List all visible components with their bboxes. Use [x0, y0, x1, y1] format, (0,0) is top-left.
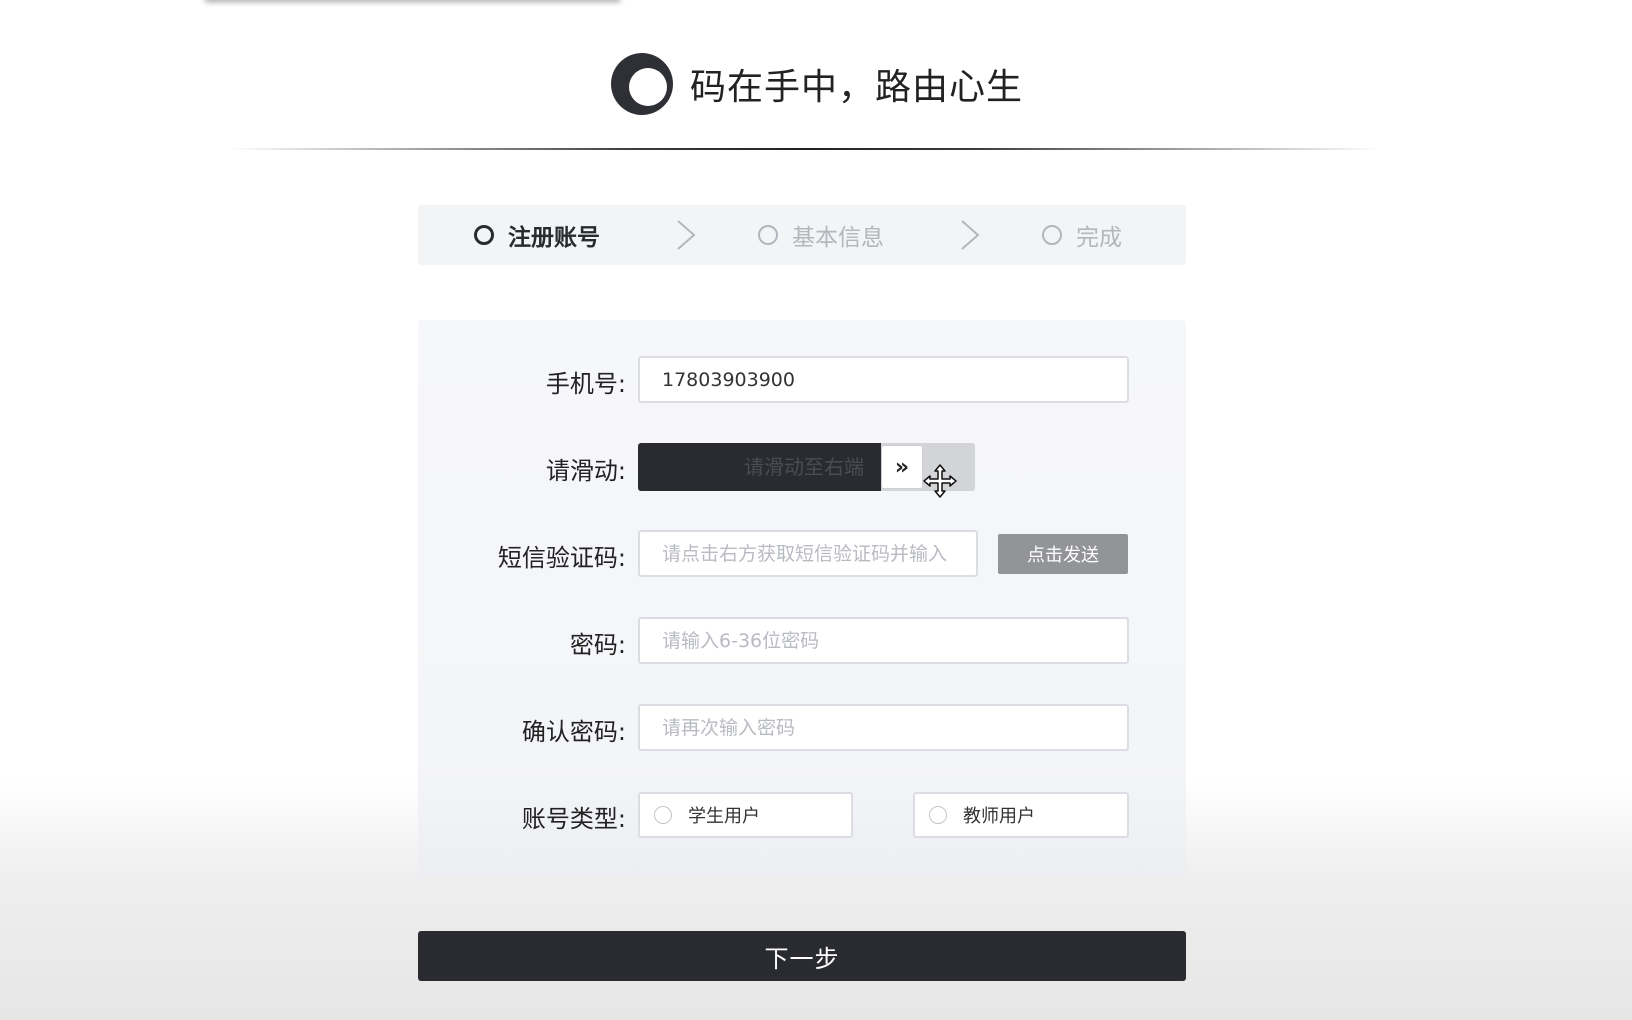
header-divider: [230, 148, 1380, 150]
move-cursor-icon: [923, 464, 957, 498]
phone-input[interactable]: [638, 356, 1129, 403]
radio-circle-icon: [929, 806, 947, 824]
sms-code-label: 短信验证码:: [497, 544, 626, 572]
radio-label: 教师用户: [963, 806, 1035, 827]
slider-label: 请滑动:: [545, 457, 626, 485]
brand-header: 码在手中，路由心生: [610, 52, 1023, 116]
confirm-password-label: 确认密码:: [521, 718, 626, 746]
step-label: 基本信息: [792, 225, 884, 251]
next-step-button[interactable]: 下一步: [418, 931, 1186, 981]
step-complete: 完成: [1042, 205, 1122, 265]
account-type-label: 账号类型:: [521, 805, 626, 833]
password-input[interactable]: [638, 617, 1129, 664]
chevron-right-icon: [961, 220, 980, 250]
step-basic-info: 基本信息: [758, 205, 884, 265]
double-chevron-right-icon: »: [894, 454, 910, 480]
phone-label: 手机号:: [545, 370, 626, 398]
password-label: 密码:: [569, 631, 626, 659]
page-title: 码在手中，路由心生: [690, 67, 1024, 108]
radio-teacher[interactable]: 教师用户: [913, 792, 1129, 838]
slider-handle[interactable]: »: [881, 445, 923, 489]
confirm-password-input[interactable]: [638, 704, 1129, 751]
step-circle-icon: [474, 225, 494, 245]
radio-label: 学生用户: [688, 806, 760, 827]
step-circle-icon: [758, 225, 778, 245]
step-circle-icon: [1042, 225, 1062, 245]
step-label: 注册账号: [508, 225, 600, 251]
sms-code-input[interactable]: [638, 530, 978, 577]
step-label: 完成: [1076, 225, 1122, 251]
step-register-account: 注册账号: [474, 205, 600, 265]
send-sms-button[interactable]: 点击发送: [998, 534, 1128, 574]
registration-steps: 注册账号 基本信息 完成: [418, 205, 1186, 265]
chevron-right-icon: [677, 220, 696, 250]
radio-circle-icon: [654, 806, 672, 824]
circle-logo-icon: [610, 52, 674, 116]
radio-student[interactable]: 学生用户: [638, 792, 853, 838]
slider-hint: 请滑动至右端: [744, 455, 864, 479]
registration-form: 手机号: 请滑动: 请滑动至右端 » 短信验证码: 点击发送 密码: 确认密码:…: [418, 320, 1186, 877]
